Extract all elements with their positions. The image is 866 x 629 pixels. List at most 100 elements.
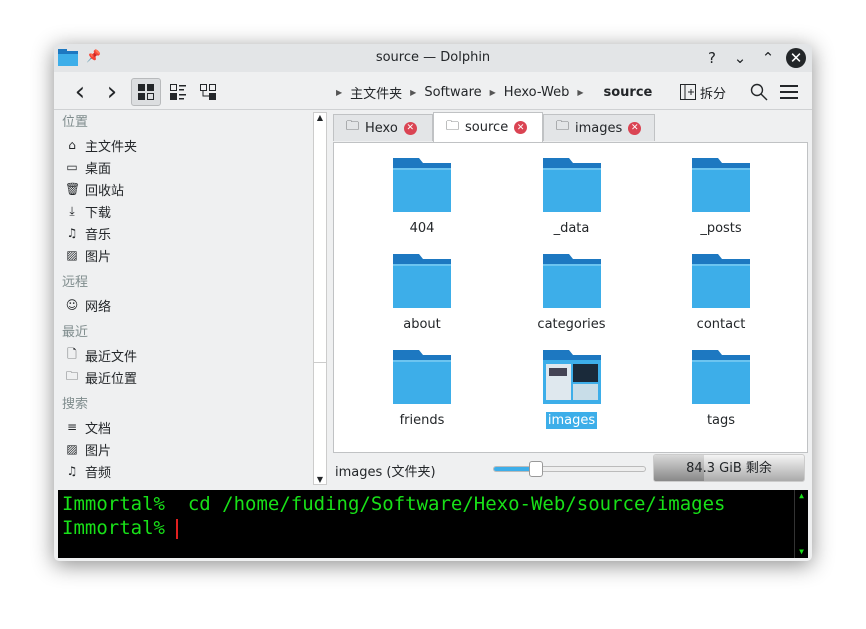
breadcrumb-software[interactable]: Software — [424, 85, 481, 100]
terminal-panel[interactable]: Immortal% cd /home/fuding/Software/Hexo-… — [58, 490, 808, 558]
sidebar-item-label: 最近位置 — [85, 371, 138, 387]
sidebar-item-label: 下载 — [85, 205, 112, 221]
tab-label: source — [465, 120, 509, 135]
download-icon: ⤓ — [69, 203, 75, 218]
search-button[interactable] — [748, 78, 770, 106]
folder-icon: 🗀 — [446, 118, 460, 134]
sidebar-section-title: 远程 — [62, 275, 89, 290]
sidebar-item[interactable]: 🗀 最近位置 — [54, 366, 313, 388]
sidebar-item[interactable]: ▨ 图片 — [54, 438, 313, 460]
tab-source[interactable]: 🗀 source ✕ — [433, 112, 543, 142]
sidebar-item-label: 桌面 — [85, 161, 112, 177]
sidebar-item[interactable]: ⌂ 主文件夹 — [54, 134, 313, 156]
music-icon: ♫ — [66, 464, 78, 478]
free-space-label: 84.3 GiB 剩余 — [686, 461, 772, 476]
breadcrumb-arrow-icon: ▶ — [489, 88, 496, 97]
split-button[interactable]: 拆分 — [680, 78, 726, 106]
folder-icon: 🗀 — [346, 119, 360, 134]
breadcrumb-hexo-web[interactable]: Hexo-Web — [504, 85, 570, 100]
image-icon: ▨ — [66, 248, 78, 262]
tree-view-button[interactable] — [194, 78, 222, 106]
sidebar-item-label: 图片 — [85, 249, 112, 265]
sidebar-item[interactable]: ☺ 网络 — [54, 294, 313, 316]
file-item-categories[interactable]: categories — [512, 254, 632, 333]
menu-button[interactable] — [778, 78, 802, 106]
recent-locations-icon: 🗀 — [65, 368, 78, 383]
file-name: contact — [696, 317, 746, 332]
sidebar-item[interactable]: ⤓ 下载 — [54, 200, 313, 222]
file-name: friends — [399, 413, 445, 428]
file-item-images[interactable]: images — [512, 350, 632, 429]
selection-info: images (文件夹) — [335, 465, 436, 480]
music-icon: ♫ — [66, 226, 78, 240]
dolphin-window: 📌 source — Dolphin ? ⌄ ⌃ ✕ ‹ › ▶ 主文件夹 ▶ So… — [54, 44, 812, 561]
close-tab-icon[interactable]: ✕ — [403, 121, 417, 135]
file-item-friends[interactable]: friends — [362, 350, 482, 429]
split-label: 拆分 — [700, 86, 727, 102]
status-bar: images (文件夹) 84.3 GiB 剩余 — [335, 454, 810, 482]
minimize-button[interactable]: ⌄ — [730, 48, 750, 68]
sidebar-scrollbar[interactable]: ▲ ▼ — [313, 112, 327, 485]
zoom-slider-handle[interactable] — [529, 461, 544, 477]
sidebar-item-label: 最近文件 — [85, 349, 138, 365]
breadcrumb-arrow-icon: ▶ — [336, 88, 343, 97]
file-name: categories — [537, 317, 606, 332]
sidebar-item[interactable]: ♫ 音乐 — [54, 222, 313, 244]
title-bar: 📌 source — Dolphin ? ⌄ ⌃ ✕ — [54, 44, 812, 72]
forward-button[interactable]: › — [98, 77, 126, 107]
sidebar-item[interactable]: ≡ 文档 — [54, 416, 313, 438]
tab-hexo[interactable]: 🗀 Hexo ✕ — [333, 114, 433, 141]
file-name: _data — [553, 221, 590, 236]
icons-view-button[interactable] — [131, 78, 161, 106]
list-view-icon — [170, 84, 186, 100]
sidebar-item-label: 文档 — [85, 421, 112, 437]
sidebar-item[interactable]: ♫ 音频 — [54, 460, 313, 482]
tree-view-icon — [200, 84, 216, 100]
breadcrumb: ▶ 主文件夹 ▶ Software ▶ Hexo-Web ▶ source — [336, 83, 652, 102]
folder-icon — [393, 350, 451, 404]
sidebar-item-label: 回收站 — [85, 183, 125, 199]
file-view: 404 _data _postsabout categories contact frie… — [333, 142, 808, 453]
folder-icon — [692, 254, 750, 308]
free-space-indicator[interactable]: 84.3 GiB 剩余 — [653, 454, 805, 482]
tab-label: Hexo — [365, 120, 398, 136]
file-name: about — [403, 317, 441, 332]
tab-images[interactable]: 🗀 images ✕ — [543, 114, 655, 141]
sidebar-item[interactable]: ▨ 图片 — [54, 244, 313, 266]
breadcrumb-source[interactable]: source — [604, 85, 653, 100]
sidebar-item[interactable]: ▭ 桌面 — [54, 156, 313, 178]
file-item-_data[interactable]: _data — [512, 158, 632, 237]
file-item-contact[interactable]: contact — [661, 254, 781, 333]
scroll-down-icon[interactable]: ▼ — [314, 475, 326, 484]
close-tab-icon[interactable]: ✕ — [628, 121, 642, 135]
file-item-_posts[interactable]: _posts — [661, 158, 781, 237]
file-item-about[interactable]: about — [362, 254, 482, 333]
folder-icon — [542, 254, 601, 308]
sidebar-section-title: 搜索 — [62, 397, 89, 412]
search-icon — [750, 83, 768, 101]
breadcrumb-home[interactable]: 主文件夹 — [350, 83, 402, 102]
sidebar-section-title: 最近 — [62, 325, 89, 340]
close-button[interactable]: ✕ — [786, 48, 806, 68]
sidebar-item-label: 主文件夹 — [85, 139, 138, 155]
sidebar-item-label: 图片 — [85, 443, 112, 459]
scroll-up-icon[interactable]: ▲ — [314, 113, 326, 363]
details-view-button[interactable] — [164, 78, 192, 106]
folder-icon — [393, 158, 451, 212]
sidebar-item[interactable]: 🗑 回收站 — [54, 178, 313, 200]
folder-icon — [692, 350, 750, 404]
zoom-slider[interactable] — [493, 461, 646, 477]
home-icon: ⌂ — [68, 138, 76, 152]
back-button[interactable]: ‹ — [66, 77, 94, 107]
close-tab-icon[interactable]: ✕ — [514, 121, 528, 134]
breadcrumb-arrow-icon: ▶ — [410, 88, 417, 97]
terminal-line: Immortal% cd /home/fuding/Software/Hexo-… — [62, 493, 726, 515]
file-item-tags[interactable]: tags — [661, 350, 781, 429]
maximize-button[interactable]: ⌃ — [758, 48, 778, 68]
trash-icon: 🗑 — [65, 182, 81, 196]
help-button[interactable]: ? — [702, 48, 722, 68]
sidebar-item[interactable]: 🗋 最近文件 — [54, 344, 313, 366]
file-item-404[interactable]: 404 — [362, 158, 482, 237]
terminal-scrollbar[interactable]: ▲ ▼ — [794, 490, 808, 558]
image-folder-icon — [542, 350, 601, 404]
